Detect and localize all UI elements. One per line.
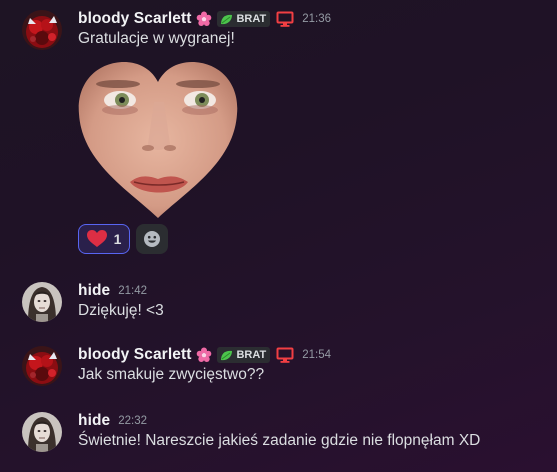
bloody-scarlett-avatar-icon — [22, 10, 62, 50]
username[interactable]: bloody Scarlett — [78, 10, 191, 28]
message-text: Świetnie! Nareszcie jakieś zadanie gdzie… — [78, 432, 481, 449]
leaf-icon — [220, 350, 233, 361]
username[interactable]: bloody Scarlett — [78, 346, 191, 364]
timestamp: 21:36 — [302, 13, 331, 25]
message: bloody Scarlett BRAT — [0, 8, 557, 258]
heart-face-sticker[interactable] — [78, 62, 238, 218]
server-tag-badge[interactable]: BRAT — [217, 347, 271, 363]
message: hide 22:32 Świetnie! Nareszcie jakieś za… — [0, 410, 557, 454]
badge-label: BRAT — [236, 13, 267, 25]
monitor-icon — [276, 11, 294, 27]
timestamp: 21:54 — [302, 349, 331, 361]
username[interactable]: hide — [78, 282, 110, 300]
add-reaction-button[interactable] — [136, 224, 168, 254]
chat-messages: bloody Scarlett BRAT 21:36 Gratulacje w … — [0, 0, 557, 472]
hide-avatar-icon — [22, 412, 62, 452]
avatar[interactable] — [22, 346, 62, 386]
message-header: bloody Scarlett BRAT — [78, 344, 331, 366]
message-header: hide 21:42 — [78, 280, 147, 302]
message: hide 21:42 Dziękuję! <3 — [0, 280, 557, 324]
cherry-blossom-icon — [196, 347, 212, 363]
monitor-icon — [276, 347, 294, 363]
reactions-bar: 1 — [78, 224, 168, 254]
avatar[interactable] — [22, 412, 62, 452]
avatar[interactable] — [22, 282, 62, 322]
message-text: Jak smakuje zwycięstwo?? — [78, 366, 265, 383]
smiley-icon — [143, 230, 161, 248]
avatar[interactable] — [22, 10, 62, 50]
cherry-blossom-icon — [196, 11, 212, 27]
message-header: hide 22:32 — [78, 410, 147, 432]
badge-label: BRAT — [236, 349, 267, 361]
message-text: Dziękuję! <3 — [78, 302, 164, 319]
bloody-scarlett-avatar-icon — [22, 346, 62, 386]
server-tag-badge[interactable]: BRAT — [217, 11, 271, 27]
leaf-icon — [220, 14, 233, 25]
message-text: Gratulacje w wygranej! — [78, 30, 235, 47]
timestamp: 21:42 — [118, 285, 148, 297]
hide-avatar-icon — [22, 282, 62, 322]
timestamp: 22:32 — [118, 415, 148, 427]
message-header: bloody Scarlett BRAT — [78, 8, 331, 30]
reaction-count: 1 — [113, 231, 122, 247]
reaction-heart[interactable]: 1 — [78, 224, 130, 254]
username[interactable]: hide — [78, 412, 110, 430]
message: bloody Scarlett BRAT — [0, 344, 557, 388]
heart-icon — [86, 230, 107, 248]
